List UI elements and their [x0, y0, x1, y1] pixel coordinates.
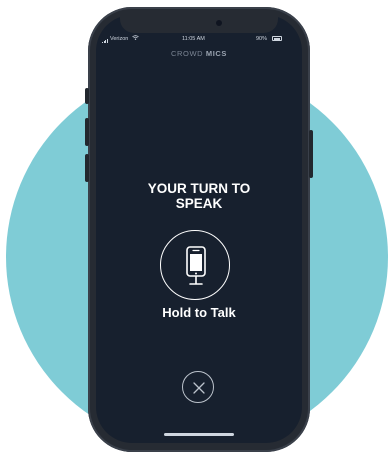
app-title: CROWD MICS — [96, 49, 302, 58]
app-title-light: CROWD — [170, 49, 204, 58]
phone-mic-icon — [186, 246, 206, 285]
prompt-title: YOUR TURN TO SPEAK — [96, 181, 302, 211]
status-bar: Verizon 11:05 AM 90% — [96, 34, 302, 44]
battery-icon — [272, 36, 282, 41]
home-indicator[interactable] — [164, 433, 234, 436]
carrier-label: Verizon — [110, 36, 129, 42]
phone-screen: Verizon 11:05 AM 90% CROWD MICS YOUR TUR… — [96, 15, 302, 443]
status-time: 11:05 AM — [182, 36, 205, 42]
hold-to-talk-button[interactable] — [160, 230, 230, 300]
signal-icon — [102, 37, 109, 43]
front-camera — [216, 20, 222, 26]
prompt-title-line1: YOUR TURN TO — [147, 181, 251, 196]
mute-switch — [85, 88, 89, 104]
volume-up-button — [85, 118, 89, 146]
battery-percentage: 90% — [256, 36, 268, 42]
prompt-title-line2: SPEAK — [175, 196, 223, 211]
app-title-bold: MICS — [205, 49, 227, 58]
close-icon — [193, 382, 205, 394]
wifi-icon — [132, 35, 139, 42]
power-button — [309, 130, 313, 178]
close-button[interactable] — [182, 371, 214, 403]
volume-down-button — [85, 154, 89, 182]
phone-notch — [120, 15, 278, 33]
hold-to-talk-label: Hold to Talk — [162, 305, 236, 320]
